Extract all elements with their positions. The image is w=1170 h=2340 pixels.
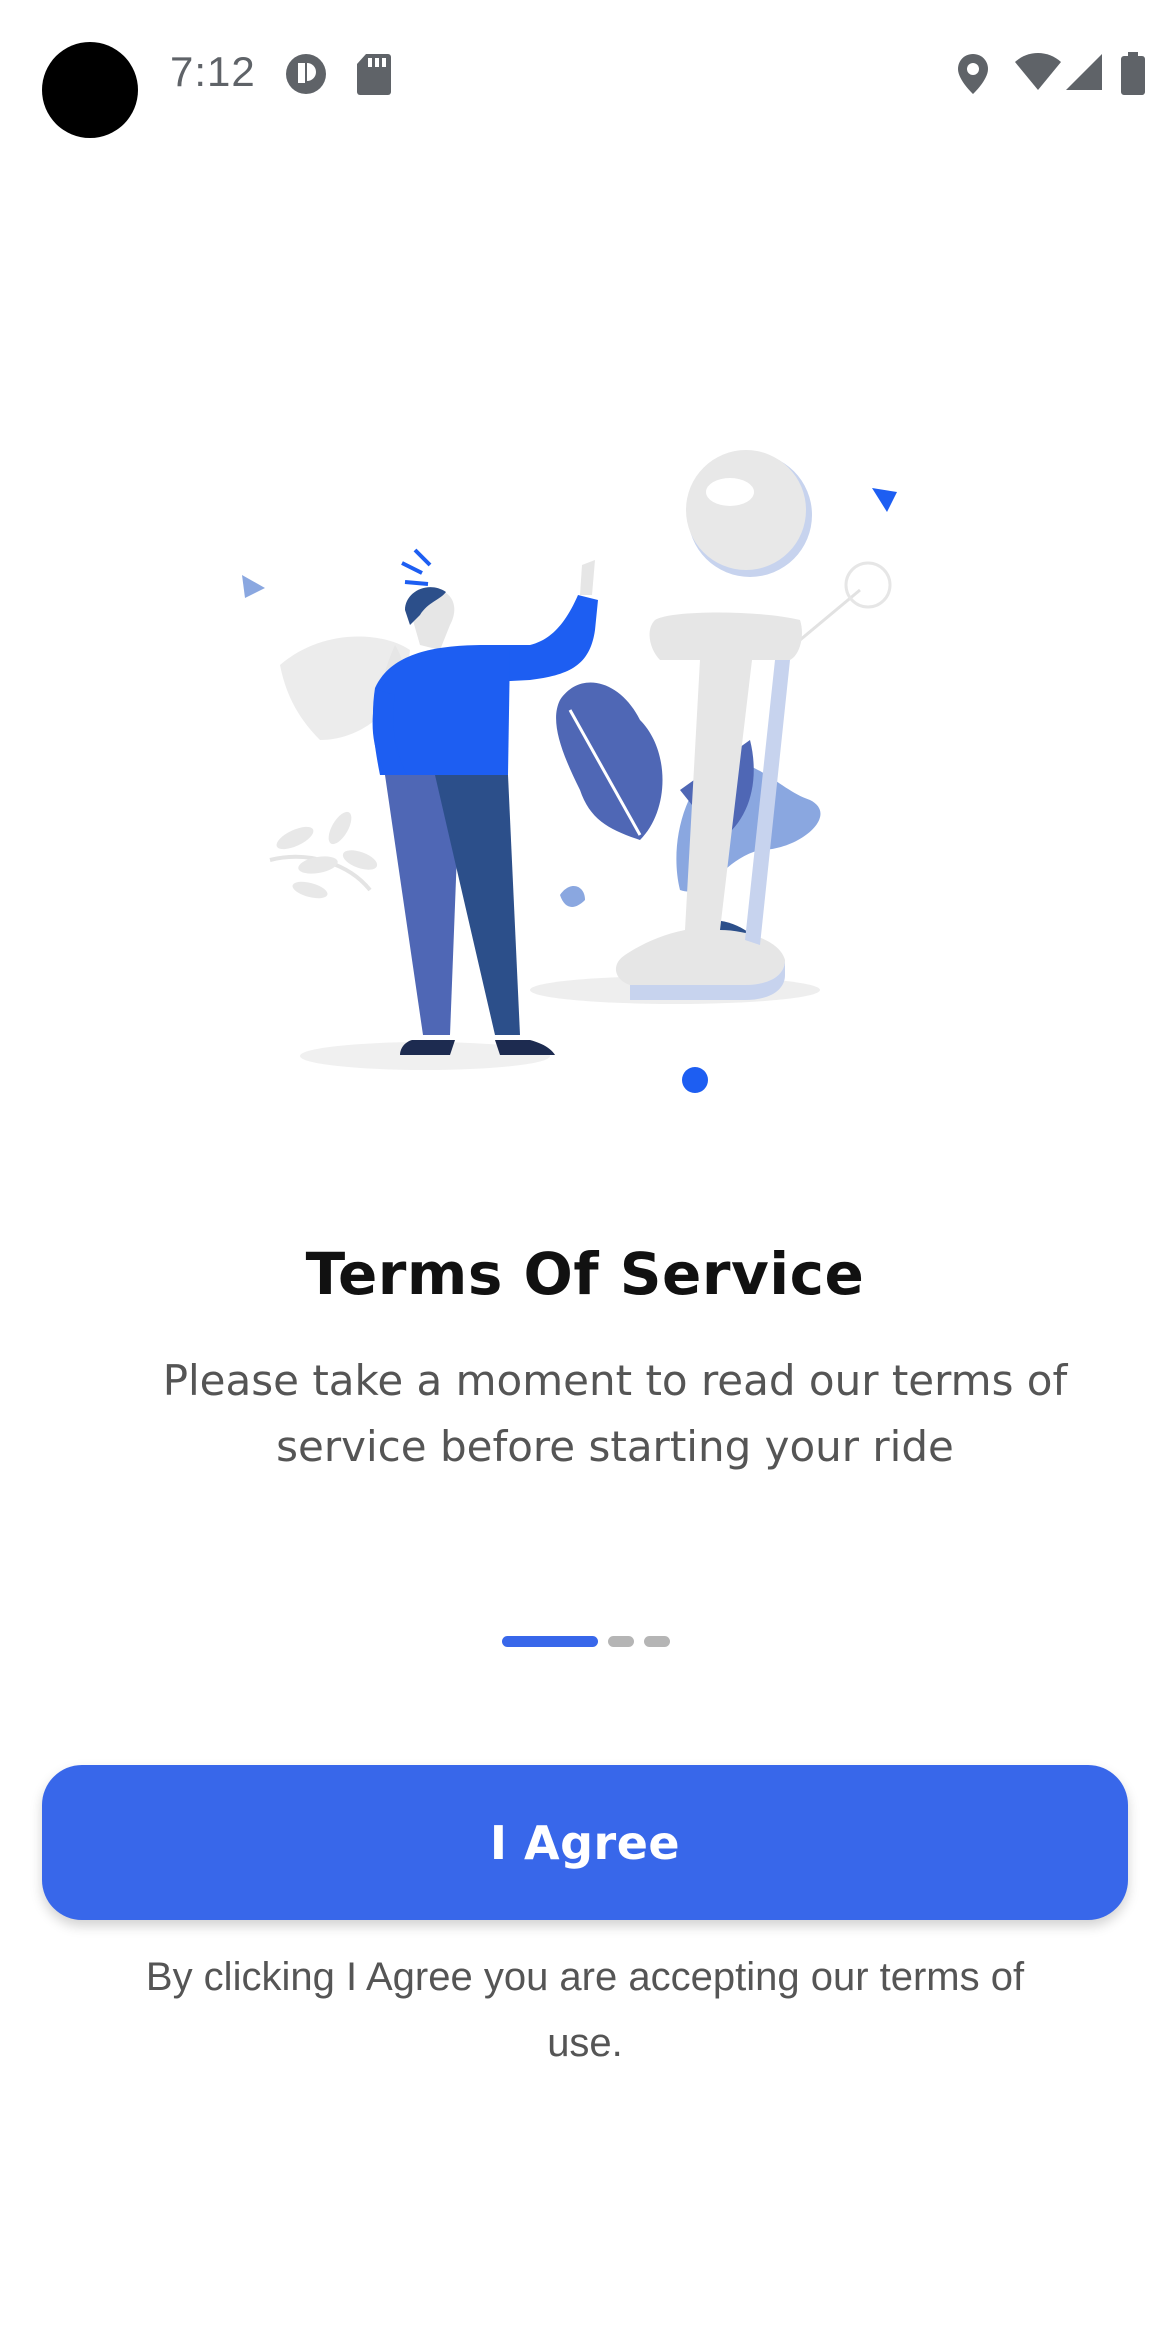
page-title: Terms Of Service <box>305 1240 865 1308</box>
agree-button[interactable]: I Agree <box>42 1765 1128 1920</box>
page-indicator <box>0 1636 1170 1648</box>
terms-screen: 7:12 Terms Of Service Please take a mome… <box>0 0 1170 2340</box>
page-indicator-dot <box>644 1636 670 1647</box>
page-indicator-dot-active <box>502 1636 598 1647</box>
cell-signal-icon <box>1066 54 1102 90</box>
notification-app-icon <box>286 54 326 94</box>
status-time: 7:12 <box>170 48 256 95</box>
page-subtitle: Please take a moment to read our terms o… <box>162 1356 1068 1471</box>
location-icon <box>958 54 988 94</box>
page-indicator-dot <box>608 1636 634 1647</box>
battery-icon <box>1121 52 1145 95</box>
wifi-icon <box>1015 53 1061 90</box>
agree-button-label: I Agree <box>489 1815 681 1870</box>
camera-cutout <box>42 42 138 138</box>
info-character-illustration <box>242 450 897 1093</box>
status-bar: 7:12 <box>0 0 1170 150</box>
terms-footnote: By clicking I Agree you are accepting ou… <box>145 1955 1025 2065</box>
sd-card-icon <box>357 54 391 95</box>
